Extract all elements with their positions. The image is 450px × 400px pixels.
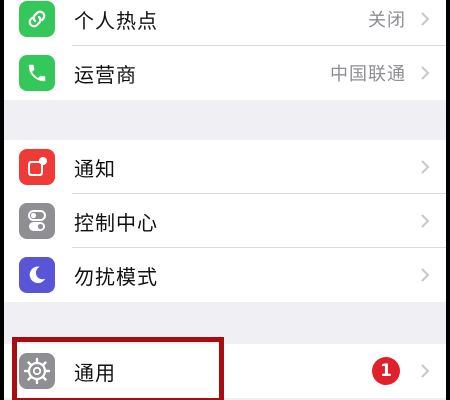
settings-group-notifications: 通知 控制中心 勿扰模式 — [4, 140, 446, 302]
carrier-label: 运营商 — [74, 62, 137, 87]
chevron-right-icon — [421, 364, 430, 378]
settings-row-control-center[interactable]: 控制中心 — [4, 194, 446, 248]
phone-icon — [19, 55, 55, 91]
control-center-label: 控制中心 — [74, 210, 158, 235]
hotspot-label: 个人热点 — [74, 8, 158, 33]
chevron-right-icon — [421, 214, 430, 228]
settings-row-do-not-disturb[interactable]: 勿扰模式 — [4, 248, 446, 302]
settings-group-network: 个人热点 关闭 运营商 中国联通 — [4, 0, 446, 100]
hotspot-value: 关闭 — [368, 10, 406, 31]
settings-screen: 个人热点 关闭 运营商 中国联通 通知 控制中心 勿扰模式 通用 1 — [4, 0, 446, 400]
chevron-right-icon — [421, 268, 430, 282]
settings-row-carrier[interactable]: 运营商 中国联通 — [4, 46, 446, 100]
control-center-icon — [19, 203, 55, 239]
notifications-label: 通知 — [74, 156, 116, 181]
notifications-icon — [19, 149, 55, 185]
settings-row-hotspot[interactable]: 个人热点 关闭 — [4, 0, 446, 46]
highlight-box — [12, 337, 224, 400]
chevron-right-icon — [421, 66, 430, 80]
chevron-right-icon — [421, 12, 430, 26]
settings-row-notifications[interactable]: 通知 — [4, 140, 446, 194]
moon-icon — [19, 257, 55, 293]
update-badge: 1 — [372, 357, 400, 385]
chevron-right-icon — [421, 160, 430, 174]
carrier-value: 中国联通 — [330, 64, 406, 85]
do-not-disturb-label: 勿扰模式 — [74, 264, 158, 289]
hotspot-icon — [19, 1, 55, 37]
